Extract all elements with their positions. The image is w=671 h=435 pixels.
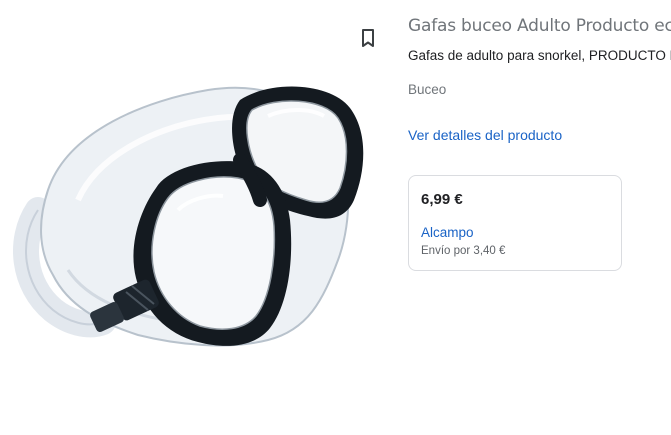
product-image-area: [0, 0, 395, 435]
bookmark-icon[interactable]: [356, 26, 380, 50]
product-title: Gafas buceo Adulto Producto ecológico: [408, 16, 671, 36]
view-details-link[interactable]: Ver detalles del producto: [408, 127, 562, 143]
product-panel: Gafas buceo Adulto Producto ecológico Ga…: [0, 0, 671, 435]
merchant-link[interactable]: Alcampo: [421, 225, 474, 240]
product-subtitle: Gafas de adulto para snorkel, PRODUCTO E…: [408, 48, 671, 63]
offer-card[interactable]: 6,99 € Alcampo Envío por 3,40 €: [408, 175, 622, 271]
offer-price: 6,99 €: [421, 191, 463, 208]
diving-mask-image[interactable]: [8, 60, 378, 370]
product-category: Buceo: [408, 82, 447, 97]
shipping-info: Envío por 3,40 €: [421, 245, 506, 257]
